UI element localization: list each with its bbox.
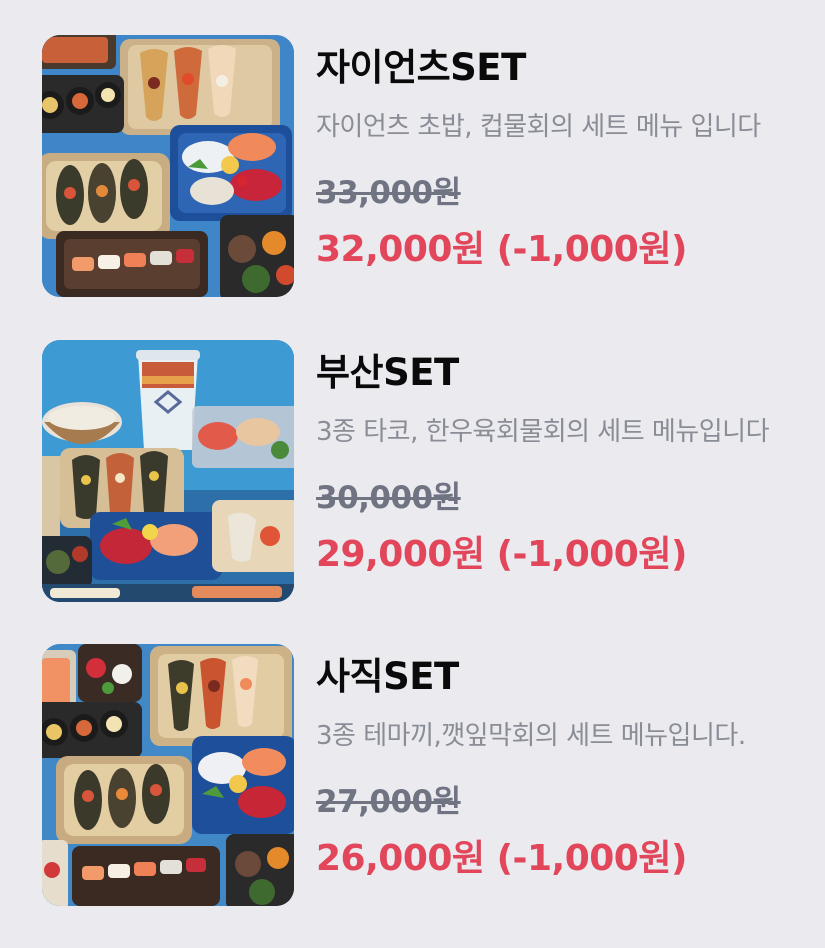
menu-item-description: 자이언츠 초밥, 컵물회의 세트 메뉴 입니다 bbox=[316, 112, 761, 142]
original-price: 33,000원 bbox=[316, 175, 461, 211]
menu-item-giants-set[interactable]: 자이언츠SET 자이언츠 초밥, 컵물회의 세트 메뉴 입니다 33,000원 … bbox=[42, 35, 825, 297]
menu-item-description: 3종 테마끼,깻잎막회의 세트 메뉴입니다. bbox=[316, 721, 746, 751]
sale-price: 32,000원 bbox=[316, 229, 485, 270]
menu-item-name: 자이언츠SET bbox=[316, 46, 526, 89]
menu-item-busan-set[interactable]: 부산SET 3종 타코, 한우육회물회의 세트 메뉴입니다 30,000원 29… bbox=[42, 340, 825, 602]
taco-mulhoe-set-photo bbox=[42, 340, 294, 602]
menu-item-image[interactable] bbox=[42, 340, 294, 602]
discount-amount: (-1,000원) bbox=[496, 229, 688, 270]
sale-price: 26,000원 bbox=[316, 838, 485, 879]
menu-item-info: 사직SET 3종 테마끼,깻잎막회의 세트 메뉴입니다. 27,000원 26,… bbox=[316, 644, 825, 906]
menu-item-name: 부산SET bbox=[316, 351, 459, 394]
sushi-sashimi-platter-photo bbox=[42, 35, 294, 297]
discount-amount: (-1,000원) bbox=[496, 838, 688, 879]
menu-item-info: 부산SET 3종 타코, 한우육회물회의 세트 메뉴입니다 30,000원 29… bbox=[316, 340, 825, 602]
menu-item-info: 자이언츠SET 자이언츠 초밥, 컵물회의 세트 메뉴 입니다 33,000원 … bbox=[316, 35, 825, 297]
temaki-makhoe-set-photo bbox=[42, 644, 294, 906]
menu-item-description: 3종 타코, 한우육회물회의 세트 메뉴입니다 bbox=[316, 417, 770, 447]
menu-list: 자이언츠SET 자이언츠 초밥, 컵물회의 세트 메뉴 입니다 33,000원 … bbox=[0, 0, 825, 948]
sale-price-line: 26,000원 (-1,000원) bbox=[316, 829, 687, 881]
menu-item-image[interactable] bbox=[42, 35, 294, 297]
original-price: 27,000원 bbox=[316, 784, 461, 820]
menu-item-name: 사직SET bbox=[316, 655, 459, 698]
original-price: 30,000원 bbox=[316, 480, 461, 516]
sale-price: 29,000원 bbox=[316, 534, 485, 575]
sale-price-line: 32,000원 (-1,000원) bbox=[316, 220, 687, 272]
menu-item-image[interactable] bbox=[42, 644, 294, 906]
sale-price-line: 29,000원 (-1,000원) bbox=[316, 525, 687, 577]
menu-item-sajik-set[interactable]: 사직SET 3종 테마끼,깻잎막회의 세트 메뉴입니다. 27,000원 26,… bbox=[42, 644, 825, 906]
discount-amount: (-1,000원) bbox=[496, 534, 688, 575]
